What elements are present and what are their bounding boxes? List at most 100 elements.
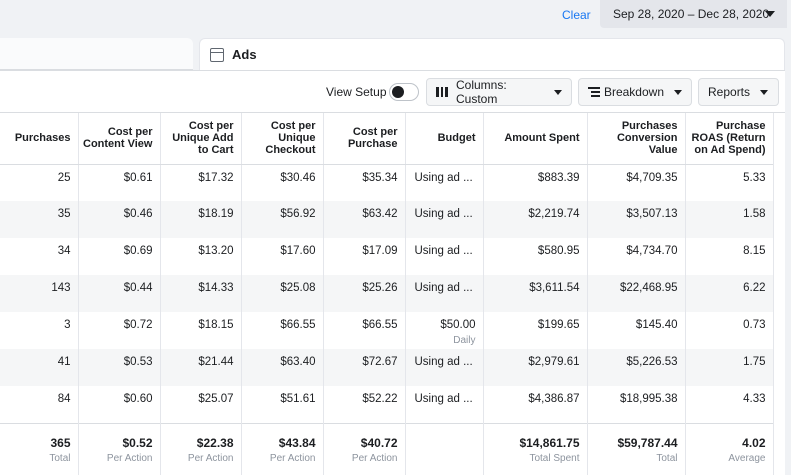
cell-amount-spent: $580.95 — [483, 238, 588, 275]
cell-cost-per-unique-add-to-cart: $25.07 — [160, 386, 242, 423]
header-purchases-conversion-value[interactable]: Purchases Conversion Value — [587, 113, 686, 165]
clear-button[interactable]: Clear — [556, 6, 597, 24]
cell-cost-per-unique-checkout: $56.92 — [241, 201, 324, 238]
header-cost-per-purchase[interactable]: Cost per Purchase — [323, 113, 406, 165]
ads-table: Purchases Cost per Content View Cost per… — [0, 113, 774, 475]
cell-purchases: 41 — [0, 349, 79, 386]
cell-cost-per-purchase: $25.26 — [323, 275, 406, 312]
breakdown-label: Breakdown — [603, 85, 664, 99]
chevron-down-icon — [674, 89, 682, 95]
table-row[interactable]: 84 $0.60 $25.07 $51.61 $52.22 Using ad ... $4,… — [0, 386, 774, 423]
breakdown-button[interactable]: Breakdown — [578, 78, 692, 106]
cell-conversion-value: $18,995.38 — [587, 386, 686, 423]
cell-cost-per-unique-add-to-cart: $17.32 — [160, 164, 242, 201]
ad-icon — [210, 47, 224, 62]
table-row[interactable]: 34 $0.69 $13.20 $17.60 $17.09 Using ad ... $58… — [0, 238, 774, 275]
cell-cost-per-unique-add-to-cart: $14.33 — [160, 275, 242, 312]
tab-ads-label: Ads — [232, 47, 257, 62]
cell-cost-per-purchase: $72.67 — [323, 349, 406, 386]
cell-conversion-value: $5,226.53 — [587, 349, 686, 386]
header-purchases[interactable]: Purchases — [0, 113, 79, 165]
total-cost-per-content-view: $0.52 Per Action — [78, 423, 161, 475]
cell-cost-per-unique-add-to-cart: $18.19 — [160, 201, 242, 238]
table-row[interactable]: 3 $0.72 $18.15 $66.55 $66.55 $50.00 Daily $199.… — [0, 312, 774, 349]
cell-purchases: 143 — [0, 275, 79, 312]
cell-conversion-value: $145.40 — [587, 312, 686, 349]
total-roas: 4.02 Average — [685, 423, 774, 475]
header-cost-per-content-view[interactable]: Cost per Content View — [78, 113, 161, 165]
total-purchases: 365 Total — [0, 423, 79, 475]
view-setup-label: View Setup — [326, 85, 387, 99]
columns-icon — [436, 87, 449, 97]
cell-cost-per-unique-checkout: $51.61 — [241, 386, 324, 423]
cell-cost-per-content-view: $0.69 — [78, 238, 161, 275]
chevron-down-icon — [554, 89, 562, 95]
cell-cost-per-unique-checkout: $17.60 — [241, 238, 324, 275]
view-setup-toggle[interactable] — [389, 83, 419, 101]
table-row[interactable]: 35 $0.46 $18.19 $56.92 $63.42 Using ad ... $2,… — [0, 201, 774, 238]
cell-budget: Using ad ... — [405, 386, 484, 423]
cell-budget: Using ad ... — [405, 275, 484, 312]
left-tab-area — [0, 38, 193, 70]
cell-cost-per-purchase: $52.22 — [323, 386, 406, 423]
total-cost-per-unique-add-to-cart: $22.38 Per Action — [160, 423, 242, 475]
cell-purchases: 34 — [0, 238, 79, 275]
cell-purchases: 25 — [0, 164, 79, 201]
cell-cost-per-content-view: $0.61 — [78, 164, 161, 201]
header-cost-per-unique-add-to-cart[interactable]: Cost per Unique Add to Cart — [160, 113, 242, 165]
cell-purchases: 84 — [0, 386, 79, 423]
header-cost-per-unique-checkout[interactable]: Cost per Unique Checkout — [241, 113, 324, 165]
chevron-down-icon — [765, 11, 775, 17]
cell-roas: 4.33 — [685, 386, 774, 423]
header-budget[interactable]: Budget — [405, 113, 484, 165]
cell-cost-per-unique-checkout: $63.40 — [241, 349, 324, 386]
cell-amount-spent: $3,611.54 — [483, 275, 588, 312]
chevron-down-icon — [760, 89, 769, 95]
reports-button[interactable]: Reports — [698, 78, 779, 106]
cell-conversion-value: $3,507.13 — [587, 201, 686, 238]
totals-row: 365 Total $0.52 Per Action $22.38 Per Actio… — [0, 423, 774, 475]
cell-amount-spent: $2,979.61 — [483, 349, 588, 386]
cell-conversion-value: $4,734.70 — [587, 238, 686, 275]
cell-roas: 1.58 — [685, 201, 774, 238]
tab-ads[interactable]: Ads — [199, 38, 785, 70]
cell-cost-per-purchase: $63.42 — [323, 201, 406, 238]
breakdown-icon — [588, 86, 600, 98]
columns-label: Columns: Custom — [456, 78, 507, 106]
cell-amount-spent: $2,219.74 — [483, 201, 588, 238]
cell-cost-per-unique-checkout: $30.46 — [241, 164, 324, 201]
reports-label: Reports — [708, 85, 751, 99]
cell-conversion-value: $4,709.35 — [587, 164, 686, 201]
cell-amount-spent: $883.39 — [483, 164, 588, 201]
cell-cost-per-unique-add-to-cart: $18.15 — [160, 312, 242, 349]
top-bar: Clear Sep 28, 2020 – Dec 28, 2020 — [0, 0, 791, 30]
horizontal-scroll-area[interactable] — [773, 113, 785, 475]
table-row[interactable]: 143 $0.44 $14.33 $25.08 $25.26 Using ad ... $3… — [0, 275, 774, 312]
table-row[interactable]: 25 $0.61 $17.32 $30.46 $35.34 Using ad ... $88… — [0, 164, 774, 201]
columns-button[interactable]: Columns: Custom — [426, 78, 572, 106]
cell-cost-per-unique-add-to-cart: $13.20 — [160, 238, 242, 275]
table-row[interactable]: 41 $0.53 $21.44 $63.40 $72.67 Using ad ... $2,… — [0, 349, 774, 386]
cell-conversion-value: $22,468.95 — [587, 275, 686, 312]
cell-roas: 6.22 — [685, 275, 774, 312]
cell-cost-per-purchase: $35.34 — [323, 164, 406, 201]
cell-budget: Using ad ... — [405, 238, 484, 275]
cell-roas: 1.75 — [685, 349, 774, 386]
cell-purchases: 35 — [0, 201, 79, 238]
cell-budget: Using ad ... — [405, 164, 484, 201]
total-cost-per-unique-checkout: $43.84 Per Action — [241, 423, 324, 475]
cell-amount-spent: $199.65 — [483, 312, 588, 349]
date-range-label: Sep 28, 2020 – Dec 28, 2020 — [613, 7, 770, 21]
date-range-picker[interactable]: Sep 28, 2020 – Dec 28, 2020 — [600, 0, 787, 28]
table-header-row: Purchases Cost per Content View Cost per… — [0, 113, 774, 165]
table-toolbar: View Setup Columns: Custom Breakdown Rep… — [0, 71, 785, 113]
total-budget — [405, 423, 484, 475]
total-amount-spent: $14,861.75 Total Spent — [483, 423, 588, 475]
cell-roas: 5.33 — [685, 164, 774, 201]
header-purchase-roas[interactable]: Purchase ROAS (Return on Ad Spend) — [685, 113, 774, 165]
header-amount-spent[interactable]: Amount Spent — [483, 113, 588, 165]
cell-cost-per-content-view: $0.46 — [78, 201, 161, 238]
ads-panel: View Setup Columns: Custom Breakdown Rep… — [0, 70, 785, 475]
cell-roas: 8.15 — [685, 238, 774, 275]
cell-cost-per-unique-checkout: $25.08 — [241, 275, 324, 312]
